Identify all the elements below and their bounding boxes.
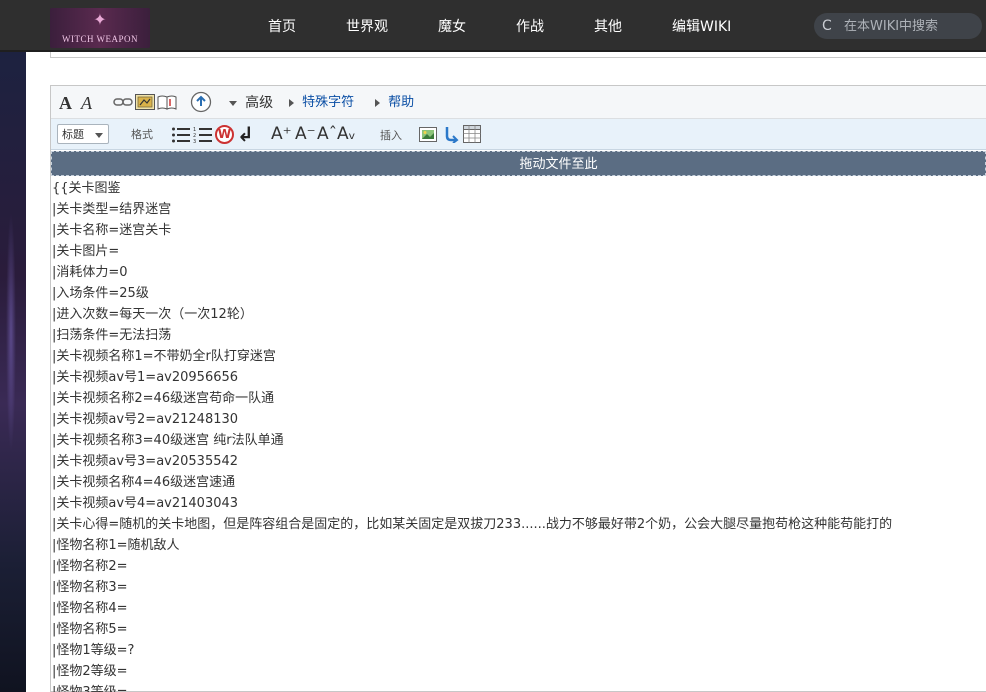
heading-select[interactable]: 标题	[57, 124, 109, 144]
bulleted-list-icon[interactable]	[171, 126, 191, 144]
editor-line: |关卡视频av号1=av20956656	[52, 370, 239, 385]
nav-item-worldview[interactable]: 世界观	[346, 17, 388, 37]
editor-line: |关卡名称=迷宫关卡	[52, 223, 172, 238]
help-tab[interactable]: 帮助	[375, 94, 414, 112]
editor-line: |进入次数=每天一次（一次12轮）	[52, 307, 253, 322]
editor-line: |扫荡条件=无法扫荡	[52, 328, 172, 343]
heading-select-value: 标题	[62, 128, 84, 141]
nav-item-other[interactable]: 其他	[594, 17, 622, 37]
logo-emblem-icon: ✦	[93, 10, 107, 29]
page-content: A A 高级 特殊字符 帮助 标题 格式 1 2 3 W ↲ A⁺ A⁻ Aˆ …	[26, 52, 986, 692]
gallery-icon[interactable]	[419, 125, 439, 143]
nav-item-home[interactable]: 首页	[268, 17, 296, 37]
format-group-label: 格式	[131, 128, 153, 141]
editor-line: |怪物名称2=	[52, 559, 128, 574]
editor-line: |怪物名称5=	[52, 622, 128, 637]
search-box[interactable]: C	[814, 13, 982, 39]
editor-line: {{关卡图鉴	[52, 181, 121, 196]
special-chars-tab[interactable]: 特殊字符	[289, 94, 354, 112]
search-input[interactable]	[844, 16, 976, 36]
nav-item-witches[interactable]: 魔女	[438, 17, 466, 37]
editor-line: |怪物名称4=	[52, 601, 128, 616]
chevron-down-icon	[95, 133, 103, 138]
numbered-list-icon[interactable]: 1 2 3	[193, 126, 213, 144]
content-top-border	[50, 52, 986, 58]
chevron-right-icon	[289, 98, 294, 107]
link-icon[interactable]	[113, 97, 133, 107]
editor-line: |怪物名称1=随机敌人	[52, 538, 180, 553]
editor-line: |关卡类型=结界迷宫	[52, 202, 172, 217]
small-font-button[interactable]: A⁻	[295, 124, 316, 144]
chevron-down-icon	[229, 101, 237, 106]
signature-icon[interactable]: W	[215, 125, 234, 144]
editor-line: |怪物1等级=?	[52, 643, 135, 658]
advanced-label: 高级	[245, 95, 274, 111]
help-label: 帮助	[388, 95, 415, 110]
svg-text:3: 3	[193, 139, 196, 144]
subscript-button[interactable]: Aᵥ	[337, 124, 356, 144]
editor-line: |入场条件=25级	[52, 286, 149, 301]
editor-line: |关卡视频名称2=46级迷宫苟命一队通	[52, 391, 275, 406]
site-logo[interactable]: ✦ WITCH WEAPON	[50, 8, 150, 48]
drop-zone-label: 拖动文件至此	[519, 157, 598, 172]
top-navbar: ✦ WITCH WEAPON 首页 世界观 魔女 作战 其他 编辑WIKI C	[0, 0, 986, 52]
wikitext-textarea[interactable]: {{关卡图鉴 |关卡类型=结界迷宫 |关卡名称=迷宫关卡 |关卡图片= |消耗体…	[51, 178, 986, 692]
image-icon[interactable]	[135, 94, 155, 110]
italic-button[interactable]: A	[81, 92, 92, 114]
insert-group-label: 插入	[380, 129, 402, 142]
editor-line: |关卡视频名称3=40级迷宫 纯r法队单通	[52, 433, 284, 448]
search-icon[interactable]: C	[822, 17, 836, 35]
editor-line: |关卡视频av号4=av21403043	[52, 496, 239, 511]
logo-text: WITCH WEAPON	[61, 34, 139, 44]
editor-line: |关卡视频av号3=av20535542	[52, 454, 239, 469]
editor-line: |关卡视频av号2=av21248130	[52, 412, 239, 427]
file-drop-zone[interactable]: 拖动文件至此	[51, 151, 986, 176]
reference-book-icon[interactable]	[157, 94, 177, 110]
big-font-button[interactable]: A⁺	[271, 124, 292, 144]
newline-icon[interactable]: ↲	[237, 123, 257, 145]
special-chars-label: 特殊字符	[302, 95, 355, 110]
background-art	[0, 52, 26, 692]
wikitext-editor: A A 高级 特殊字符 帮助 标题 格式 1 2 3 W ↲ A⁺ A⁻ Aˆ …	[50, 85, 986, 692]
editor-line: |怪物3等级=	[52, 682, 128, 692]
nav-item-edit-wiki[interactable]: 编辑WIKI	[672, 17, 731, 37]
nav-item-battle[interactable]: 作战	[516, 17, 544, 37]
bold-button[interactable]: A	[59, 92, 72, 114]
upload-icon[interactable]	[190, 91, 212, 113]
superscript-button[interactable]: Aˆ	[317, 124, 337, 144]
editor-line: |关卡视频名称4=46级迷宫速通	[52, 475, 236, 490]
editor-line: |关卡心得=随机的关卡地图，但是阵容组合是固定的，比如某关固定是双拔刀233..…	[52, 517, 893, 532]
editor-toolbar-advanced: 标题 格式 1 2 3 W ↲ A⁺ A⁻ Aˆ Aᵥ 插入	[51, 119, 986, 150]
editor-line: |关卡视频名称1=不带奶全r队打穿迷宫	[52, 349, 276, 364]
editor-line: |怪物名称3=	[52, 580, 128, 595]
editor-line: |消耗体力=0	[52, 265, 128, 280]
editor-line: |关卡图片=	[52, 244, 120, 259]
chevron-right-icon	[375, 98, 380, 107]
editor-toolbar-main: A A 高级 特殊字符 帮助	[51, 86, 986, 119]
editor-line: |怪物2等级=	[52, 664, 128, 679]
redirect-icon[interactable]	[443, 125, 459, 143]
table-icon[interactable]	[463, 125, 481, 143]
advanced-tab[interactable]: 高级	[229, 94, 273, 113]
